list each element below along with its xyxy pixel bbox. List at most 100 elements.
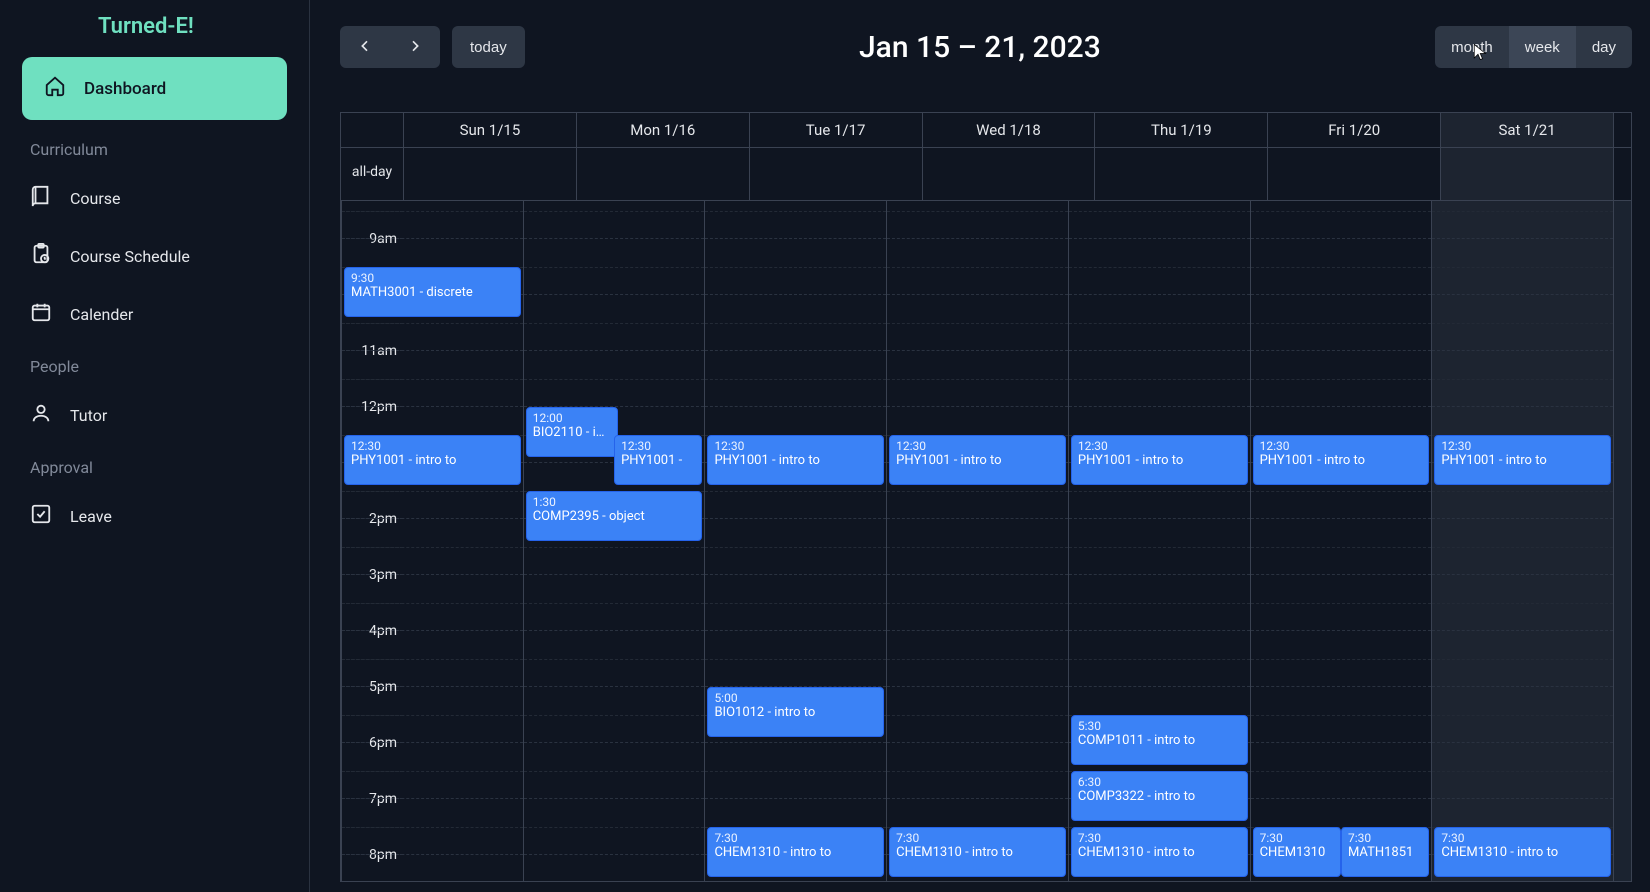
event-time: 1:30 [533,495,696,509]
sidebar-item-dashboard[interactable]: Dashboard [22,57,287,120]
event-time: 7:30 [1441,831,1604,845]
book-icon [30,185,52,211]
all-day-cell-sun[interactable] [403,148,576,200]
calendar-event[interactable]: 12:30PHY1001 - intro to [1253,435,1430,485]
event-title: COMP2395 - object [533,509,696,525]
calendar-event[interactable]: 6:30COMP3322 - intro to [1071,771,1248,821]
calendar-event[interactable]: 7:30CHEM1310 - intro to [889,827,1066,877]
event-title: BIO2110 - i… [533,425,611,441]
event-title: CHEM1310 - intro to [896,845,1059,861]
day-column-sat[interactable]: 12:30PHY1001 - intro to 7:30CHEM1310 - in… [1431,201,1613,881]
nav-arrows [340,26,440,68]
event-title: PHY1001 - intro to [351,453,514,469]
all-day-cell-tue[interactable] [749,148,922,200]
calendar-event[interactable]: 9:30MATH3001 - discrete [344,267,521,317]
app-brand: Turned-E! [98,14,287,39]
calendar-event[interactable]: 7:30CHEM1310 [1253,827,1341,877]
calendar-event[interactable]: 12:30PHY1001 - intro to [889,435,1066,485]
calendar-event[interactable]: 7:30CHEM1310 - intro to [707,827,884,877]
calendar-body[interactable]: 9am10am11am12pm1pm2pm3pm4pm5pm6pm7pm8pm … [341,201,1631,881]
event-time: 7:30 [714,831,877,845]
event-title: PHY1001 - intro to [714,453,877,469]
calendar-event[interactable]: 7:30CHEM1310 - intro to [1071,827,1248,877]
today-button[interactable]: today [452,26,525,68]
view-day-button[interactable]: day [1576,26,1632,68]
sidebar-item-label: Course Schedule [70,247,190,266]
event-time: 12:30 [351,439,514,453]
calendar-event[interactable]: 12:00BIO2110 - i… [526,407,618,457]
calendar-event[interactable]: 12:30PHY1001 - intro to [344,435,521,485]
event-title: MATH1851 [1348,845,1422,861]
all-day-row: all-day [341,148,1631,201]
event-time: 7:30 [1078,831,1241,845]
event-time: 12:30 [714,439,877,453]
event-time: 5:30 [1078,719,1241,733]
user-icon [30,402,52,428]
day-column-wed[interactable]: 12:30PHY1001 - intro to 7:30CHEM1310 - in… [886,201,1068,881]
event-time: 9:30 [351,271,514,285]
all-day-cell-sat[interactable] [1440,148,1613,200]
calendar-event[interactable]: 12:30PHY1001 - intro to [1434,435,1611,485]
event-title: CHEM1310 - intro to [714,845,877,861]
event-time: 7:30 [896,831,1059,845]
all-day-cell-fri[interactable] [1267,148,1440,200]
day-header-sun: Sun 1/15 [403,113,576,147]
event-time: 12:30 [1260,439,1423,453]
day-header-thu: Thu 1/19 [1094,113,1267,147]
prev-button[interactable] [340,26,390,68]
calendar-event[interactable]: 5:30COMP1011 - intro to [1071,715,1248,765]
event-time: 5:00 [714,691,877,705]
calendar-event[interactable]: 7:30MATH1851 [1341,827,1429,877]
sidebar-item-calender[interactable]: Calender [22,285,287,343]
sidebar-item-course-schedule[interactable]: Course Schedule [22,227,287,285]
day-column-tue[interactable]: 12:30PHY1001 - intro to 5:00BIO1012 - int… [704,201,886,881]
section-approval: Approval [30,458,287,477]
sidebar-item-tutor[interactable]: Tutor [22,386,287,444]
clipboard-clock-icon [30,243,52,269]
calendar-event[interactable]: 5:00BIO1012 - intro to [707,687,884,737]
event-title: CHEM1310 - intro to [1441,845,1604,861]
sidebar-item-label: Dashboard [84,79,166,99]
sidebar-item-leave[interactable]: Leave [22,487,287,545]
event-title: PHY1001 - [621,453,695,469]
all-day-cell-mon[interactable] [576,148,749,200]
scrollbar-gutter [1613,113,1631,147]
event-time: 7:30 [1260,831,1334,845]
calendar-icon [30,301,52,327]
calendar-event[interactable]: 12:30PHY1001 - intro to [707,435,884,485]
day-header-tue: Tue 1/17 [749,113,922,147]
event-time: 6:30 [1078,775,1241,789]
calendar-header-row: Sun 1/15Mon 1/16Tue 1/17Wed 1/18Thu 1/19… [341,113,1631,148]
scrollbar-gutter [1613,148,1631,200]
calendar-event[interactable]: 1:30COMP2395 - object [526,491,703,541]
next-button[interactable] [390,26,440,68]
calendar-event[interactable]: 12:30PHY1001 - [614,435,702,485]
day-column-sun[interactable]: 9:30MATH3001 - discrete 12:30PHY1001 - in… [341,201,523,881]
calendar-event[interactable]: 7:30CHEM1310 - intro to [1434,827,1611,877]
vertical-scrollbar[interactable] [1613,201,1631,881]
event-time: 12:30 [1441,439,1604,453]
view-week-button[interactable]: week [1509,26,1576,68]
all-day-cell-wed[interactable] [922,148,1095,200]
event-title: PHY1001 - intro to [896,453,1059,469]
view-month-button[interactable]: month [1435,26,1509,68]
event-title: COMP1011 - intro to [1078,733,1241,749]
day-column-thu[interactable]: 12:30PHY1001 - intro to 5:30COMP1011 - in… [1068,201,1250,881]
event-title: MATH3001 - discrete [351,285,514,301]
view-switch: month week day [1435,26,1632,68]
day-header-wed: Wed 1/18 [922,113,1095,147]
event-title: PHY1001 - intro to [1441,453,1604,469]
sidebar-item-label: Tutor [70,406,107,425]
time-col-head [341,113,403,147]
day-header-fri: Fri 1/20 [1267,113,1440,147]
day-column-fri[interactable]: 12:30PHY1001 - intro to7:30CHEM13107:30M… [1250,201,1432,881]
main: today Jan 15 – 21, 2023 month week day S… [310,0,1650,892]
sidebar-item-course[interactable]: Course [22,169,287,227]
event-time: 12:30 [896,439,1059,453]
day-column-mon[interactable]: 12:00BIO2110 - i…12:30PHY1001 - 1:30COMP2… [523,201,705,881]
event-time: 12:30 [621,439,695,453]
calendar-event[interactable]: 12:30PHY1001 - intro to [1071,435,1248,485]
day-header-sat: Sat 1/21 [1440,113,1613,147]
all-day-cell-thu[interactable] [1094,148,1267,200]
event-time: 12:30 [1078,439,1241,453]
